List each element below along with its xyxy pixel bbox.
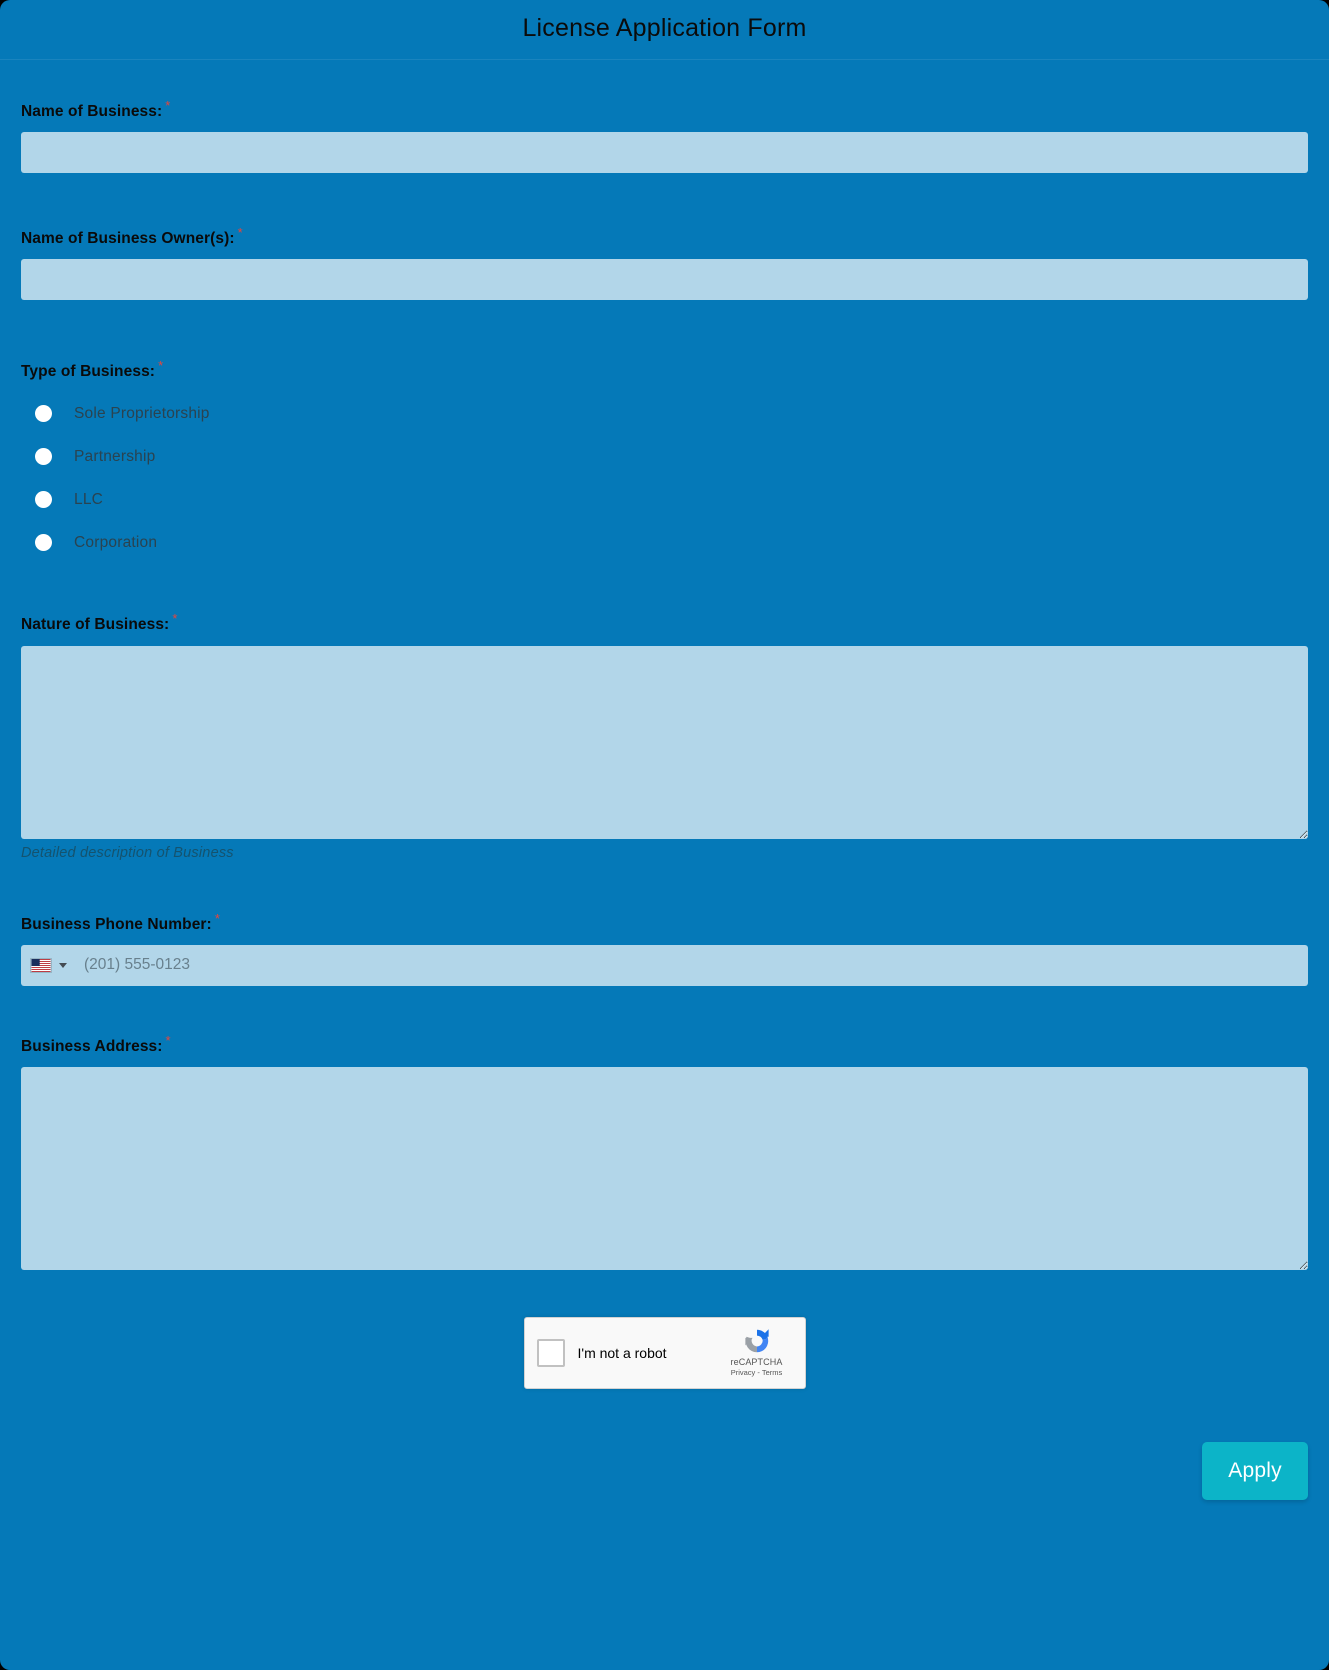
business-name-label-text: Name of Business: [21, 103, 163, 121]
business-address-label-text: Business Address: [21, 1037, 163, 1055]
nature-of-business-textarea[interactable] [21, 645, 1308, 839]
form-header: License Application Form [0, 0, 1329, 60]
field-business-address: Business Address: * [21, 1033, 1308, 1270]
business-phone-input[interactable] [82, 944, 1308, 986]
business-owners-input[interactable] [21, 259, 1308, 301]
required-asterisk-icon: * [214, 910, 220, 926]
nature-of-business-help-text: Detailed description of Business [21, 844, 234, 861]
business-address-label: Business Address: * [21, 1033, 171, 1056]
business-phone-label: Business Phone Number: * [21, 911, 220, 934]
radio-label: Partnership [74, 447, 156, 465]
required-asterisk-icon: * [237, 225, 243, 241]
business-type-label-text: Type of Business: [21, 363, 156, 381]
field-business-type: Type of Business: * Sole Proprietorship P… [21, 358, 1308, 564]
business-owners-label-text: Name of Business Owner(s): [21, 230, 235, 248]
required-asterisk-icon: * [172, 611, 178, 627]
country-selector-button[interactable] [30, 957, 67, 973]
business-address-textarea[interactable] [21, 1066, 1308, 1270]
recaptcha-branding: reCAPTCHA Privacy - Terms [719, 1326, 795, 1377]
recaptcha-brand-name: reCAPTCHA [730, 1356, 783, 1367]
radio-option-corporation[interactable]: Corporation [21, 521, 1308, 564]
radio-option-sole-proprietorship[interactable]: Sole Proprietorship [21, 392, 1308, 435]
business-owners-label: Name of Business Owner(s): * [21, 225, 243, 248]
apply-button[interactable]: Apply [1202, 1441, 1308, 1500]
field-business-owners: Name of Business Owner(s): * [21, 225, 1308, 301]
chevron-down-icon [59, 962, 67, 968]
nature-of-business-label: Nature of Business: * [21, 611, 178, 634]
us-flag-icon [30, 957, 52, 973]
form-actions: Apply [0, 1441, 1329, 1500]
nature-of-business-label-text: Nature of Business: [21, 616, 170, 634]
recaptcha-widget[interactable]: I'm not a robot reCAPTCHA Privacy - Term… [523, 1316, 806, 1389]
business-name-label: Name of Business: * [21, 98, 170, 121]
radio-button-icon[interactable] [35, 534, 52, 552]
license-application-form-page: License Application Form Name of Busines… [0, 0, 1329, 1670]
required-asterisk-icon: * [158, 358, 164, 374]
business-phone-input-wrapper [21, 944, 1308, 986]
recaptcha-terms-link[interactable]: Terms [762, 1368, 782, 1377]
page-title: License Application Form [522, 14, 807, 42]
captcha-row: I'm not a robot reCAPTCHA Privacy - Term… [21, 1316, 1308, 1389]
recaptcha-checkbox[interactable] [536, 1338, 565, 1367]
radio-option-llc[interactable]: LLC [21, 478, 1308, 521]
radio-label: Sole Proprietorship [74, 404, 210, 422]
recaptcha-privacy-link[interactable]: Privacy [731, 1368, 756, 1377]
business-type-label: Type of Business: * [21, 358, 163, 381]
radio-option-partnership[interactable]: Partnership [21, 435, 1308, 478]
recaptcha-label: I'm not a robot [577, 1344, 667, 1361]
radio-button-icon[interactable] [35, 448, 52, 466]
required-asterisk-icon: * [165, 1032, 171, 1048]
required-asterisk-icon: * [165, 98, 171, 113]
business-type-radio-group: Sole Proprietorship Partnership LLC Corp… [21, 392, 1308, 564]
business-phone-label-text: Business Phone Number: [21, 915, 212, 933]
business-name-input[interactable] [21, 132, 1308, 174]
field-business-name: Name of Business: * [21, 98, 1308, 174]
recaptcha-link-separator: - [757, 1367, 760, 1377]
recaptcha-links: Privacy - Terms [719, 1368, 795, 1377]
radio-button-icon[interactable] [35, 491, 52, 509]
form-body: Name of Business: * Name of Business Owne… [0, 60, 1329, 1389]
radio-label: LLC [74, 490, 104, 508]
field-nature-of-business: Nature of Business: * Detailed descriptio… [21, 611, 1308, 861]
recaptcha-logo-icon [744, 1329, 769, 1353]
field-business-phone: Business Phone Number: * [21, 911, 1308, 986]
radio-button-icon[interactable] [35, 405, 52, 423]
radio-label: Corporation [74, 533, 158, 551]
